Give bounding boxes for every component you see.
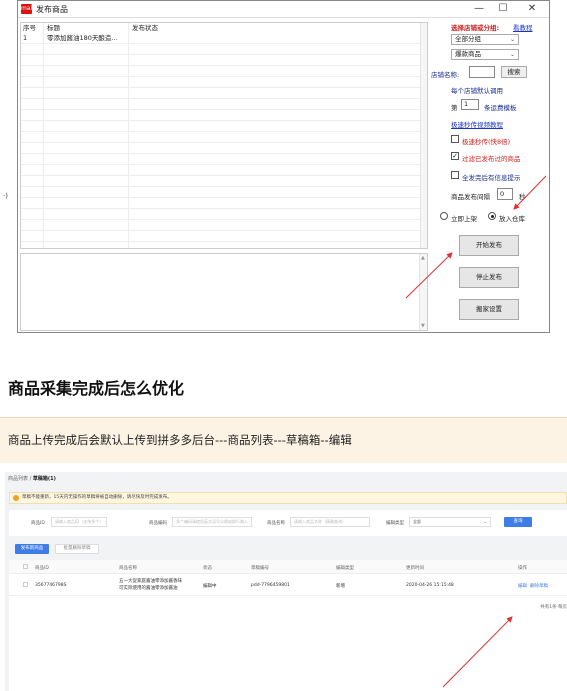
stop-publish-button[interactable]: 停止发布 — [459, 267, 519, 288]
finish-notice-label: 全发完后有信息提示 — [462, 174, 521, 182]
col-index: 序号 — [23, 24, 36, 32]
product-id-input[interactable]: 请输入商品ID（支持多个） — [51, 517, 107, 527]
nth-suffix: 条运费模板 — [484, 104, 517, 112]
cell-product-name-line1: 五一大促家庭酱油零添加酱香味 — [119, 579, 182, 584]
filter-label-id: 商品ID — [31, 521, 45, 526]
warehouse-label: 放入仓库 — [499, 215, 525, 223]
table-row: 3567746798S 五一大促家庭酱油零添加酱香味 可实际使用的酱油零添加酱油… — [9, 574, 567, 596]
finish-notice-checkbox[interactable] — [451, 171, 459, 179]
interval-unit: 秒 — [519, 193, 526, 201]
cell-edit-type: 新增 — [336, 584, 345, 589]
category-select-value: 爆款商品 — [455, 50, 481, 58]
app-logo-icon: mall — [21, 4, 34, 14]
list-scrollbar[interactable] — [420, 23, 427, 248]
warehouse-radio[interactable] — [488, 212, 496, 220]
list-header: 序号 标题 发布状态 — [21, 23, 427, 34]
scroll-down-icon[interactable]: ▼ — [421, 323, 425, 329]
col-product-name: 商品名称 — [119, 566, 137, 571]
col-draft-no: 草稿编号 — [251, 566, 269, 571]
speed-upload-checkbox[interactable] — [451, 135, 459, 143]
tip-box: 商品上传完成后会默认上传到拼多多后台---商品列表---草稿箱--编辑 — [0, 417, 567, 463]
filter-bar: 商品ID 请输入商品ID（支持多个） 商品编码 多个编码请使用英文逗号分隔或换行… — [9, 510, 567, 536]
edit-type-value: 全部 — [413, 519, 421, 524]
list-now-radio[interactable] — [440, 212, 448, 220]
filter-published-checkbox[interactable]: ✓ — [451, 152, 459, 160]
row-checkbox[interactable] — [23, 582, 28, 587]
shop-name-input[interactable] — [469, 66, 495, 78]
left-edge-mark: ·) — [3, 192, 8, 200]
chevron-down-icon: ⌄ — [509, 36, 515, 43]
cell-product-id: 3567746798S — [35, 583, 67, 588]
edit-link[interactable]: 编辑 — [518, 583, 527, 589]
breadcrumb: 商品列表 / 草稿箱(1) — [8, 475, 56, 482]
pagination[interactable]: 共有1条 每页 — [540, 604, 567, 610]
section-heading: 商品采集完成后怎么优化 — [8, 379, 185, 398]
log-scrollbar[interactable]: ▲ ▼ — [419, 254, 427, 330]
product-list[interactable]: 序号 标题 发布状态 1 零添加酱油180天酿造… — [20, 22, 428, 249]
delete-draft-link[interactable]: 删除草稿 — [530, 583, 548, 589]
interval-input[interactable]: 0 — [497, 188, 513, 200]
select-all-checkbox[interactable] — [23, 564, 28, 569]
cell-draft-no: pdd-7796459801 — [251, 583, 290, 588]
nth-prefix: 第 — [451, 104, 458, 112]
title-bar: mall 发布商品 — ☐ ✕ — [18, 1, 549, 18]
group-label: 选择店铺或分组: — [451, 24, 500, 32]
tip-text: 商品上传完成后会默认上传到拼多多后台---商品列表---草稿箱--编辑 — [8, 433, 352, 447]
col-status: 发布状态 — [132, 24, 158, 32]
cell-product-name-line2: 可实际使用的酱油零添加酱油 — [119, 586, 178, 591]
close-button[interactable]: ✕ — [523, 2, 541, 16]
shop-name-label: 店铺名称: — [431, 71, 460, 79]
warning-icon — [13, 495, 19, 501]
filter-published-label: 过滤已发布过的商品 — [462, 155, 521, 163]
minimize-button[interactable]: — — [470, 2, 488, 16]
list-now-label: 立即上架 — [451, 215, 477, 223]
col-title: 标题 — [47, 24, 60, 32]
draft-table: 商品ID 商品名称 状态 草稿编号 编辑类型 更新时间 操作 356774679… — [9, 560, 567, 691]
notice-text: 草稿不能重新，15天内无操作的草稿将被自动删除，请尽快及时完成发布。 — [22, 495, 172, 500]
filter-label-name: 商品名称 — [267, 521, 285, 526]
filter-label-edit-type: 编辑类型 — [386, 521, 404, 526]
interval-label: 商品发布间隔 — [451, 193, 490, 201]
batch-delete-drafts-button[interactable]: 批量删除草稿 — [55, 544, 99, 554]
maximize-button[interactable]: ☐ — [494, 2, 512, 16]
row-index: 1 — [23, 34, 28, 42]
speed-upload-label: 极速秒传(快8倍) — [462, 138, 511, 146]
search-button[interactable]: 搜索 — [501, 66, 527, 78]
template-number-input[interactable]: 1 — [461, 99, 479, 110]
video-tutorial-link[interactable]: 极速秒传视频教程 — [451, 119, 503, 129]
product-code-input[interactable]: 多个编码请使用英文逗号分隔或换行输入 — [172, 517, 252, 527]
query-button[interactable]: 查询 — [504, 517, 532, 527]
cell-updated: 2020-04-26 15:15:48 — [406, 583, 454, 588]
window-title: 发布商品 — [36, 5, 68, 14]
start-publish-button[interactable]: 开始发布 — [459, 235, 519, 256]
breadcrumb-current: 草稿箱(1) — [32, 476, 56, 482]
list-item[interactable]: 1 零添加酱油180天酿造… — [21, 34, 427, 43]
table-header: 商品ID 商品名称 状态 草稿编号 编辑类型 更新时间 操作 — [9, 560, 567, 574]
publish-new-product-button[interactable]: 发布新商品 — [15, 544, 49, 554]
scroll-up-icon[interactable]: ▲ — [421, 255, 425, 261]
breadcrumb-parent[interactable]: 商品列表 / — [8, 476, 31, 482]
draft-notice: 草稿不能重新，15天内无操作的草稿将被自动删除，请尽快及时完成发布。 — [9, 492, 567, 504]
category-select[interactable]: 爆款商品 ⌄ — [451, 49, 519, 60]
default-template-label: 每个店铺默认调用 — [451, 87, 503, 95]
cell-status: 编辑中 — [203, 584, 217, 589]
edit-type-select[interactable]: 全部 ⌄ — [409, 517, 491, 527]
filter-label-code: 商品编码 — [149, 521, 167, 526]
product-name-input[interactable]: 请输入商品名称（精确查询） — [290, 517, 370, 527]
tutorial-link[interactable]: 看教程 — [513, 22, 533, 32]
col-actions: 操作 — [518, 566, 527, 571]
group-select[interactable]: 全部分组 ⌄ — [451, 34, 519, 45]
col-updated: 更新时间 — [406, 566, 424, 571]
row-title: 零添加酱油180天酿造… — [47, 34, 118, 42]
chevron-down-icon: ⌄ — [509, 51, 515, 58]
migration-settings-button[interactable]: 搬家设置 — [459, 299, 519, 320]
group-select-value: 全部分组 — [455, 35, 481, 43]
log-textarea[interactable]: ▲ ▼ — [20, 253, 428, 331]
admin-draft-screenshot: 商品列表 / 草稿箱(1) 草稿不能重新，15天内无操作的草稿将被自动删除，请尽… — [5, 472, 567, 691]
col-edit-type: 编辑类型 — [336, 566, 354, 571]
col-status: 状态 — [203, 566, 212, 571]
publish-window: mall 发布商品 — ☐ ✕ 序号 标题 发布状态 1 零添加酱油180天酿造… — [17, 0, 550, 333]
chevron-down-icon: ⌄ — [483, 519, 487, 524]
col-product-id: 商品ID — [35, 566, 49, 571]
